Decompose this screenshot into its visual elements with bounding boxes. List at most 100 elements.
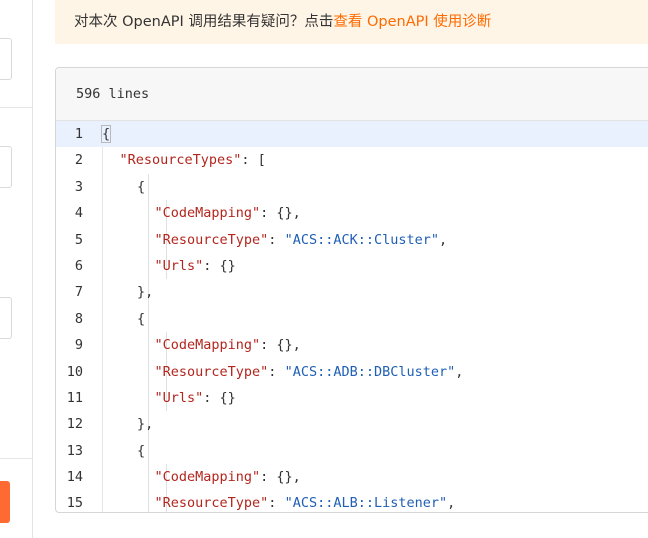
code-line: 2 "ResourceTypes": [ <box>56 147 648 173</box>
diagnosis-notice: 对本次 OpenAPI 调用结果有疑问？点击查看 OpenAPI 使用诊断 <box>55 0 648 44</box>
json-key: "ResourceType" <box>154 495 269 512</box>
code-line: 10 "ResourceType": "ACS::ADB::DBCluster", <box>56 358 648 385</box>
indent-guide <box>148 305 149 333</box>
indent-guide <box>148 464 149 491</box>
indent-guide <box>148 332 149 359</box>
code-line: 8{ <box>56 305 648 333</box>
line-number: 15 <box>66 495 83 512</box>
json-key: "CodeMapping" <box>154 337 261 354</box>
code-panel-header: 596 lines <box>56 68 648 121</box>
line-number: 3 <box>74 178 83 195</box>
code-line: 1{ <box>56 121 648 148</box>
json-code-view[interactable]: 1{2 "ResourceTypes": [3{4 "CodeMapping": {… <box>56 121 648 512</box>
code-line: 14 "CodeMapping": {}, <box>56 464 648 491</box>
code-line: 6 "Urls": {} <box>56 252 648 280</box>
line-number: 8 <box>74 310 83 327</box>
json-punctuation: : [ <box>241 152 266 169</box>
indent-guide <box>148 384 149 412</box>
json-punctuation: : {} <box>203 257 236 274</box>
code-line: 11 "Urls": {} <box>56 384 648 412</box>
json-string: "ACS::ADB::DBCluster" <box>284 363 456 380</box>
divider <box>0 458 32 459</box>
form-input[interactable] <box>0 297 12 339</box>
line-number: 4 <box>74 205 83 222</box>
left-form-column <box>0 0 33 538</box>
line-number: 5 <box>74 231 83 248</box>
openapi-result-page: 对本次 OpenAPI 调用结果有疑问？点击查看 OpenAPI 使用诊断 59… <box>0 0 648 538</box>
json-string: "ACS::ALB::Listener" <box>284 495 448 512</box>
code-text: { <box>137 174 145 200</box>
line-count: 596 lines <box>76 86 150 102</box>
form-input[interactable] <box>0 38 12 80</box>
line-number: 11 <box>66 389 83 406</box>
json-punctuation: { <box>100 125 112 143</box>
line-number: 12 <box>66 416 83 433</box>
json-key: "ResourceType" <box>154 231 269 248</box>
indent-guide <box>148 358 149 385</box>
code-text: "Urls": {} <box>155 385 236 411</box>
code-text: "CodeMapping": {}, <box>155 200 301 226</box>
code-text: }, <box>137 279 153 305</box>
line-number: 7 <box>74 284 83 301</box>
indent-guide <box>148 226 149 253</box>
code-line: 7}, <box>56 279 648 306</box>
code-line: 4 "CodeMapping": {}, <box>56 200 648 227</box>
json-key: "ResourceTypes" <box>119 152 242 169</box>
code-line: 12}, <box>56 411 648 438</box>
json-punctuation: , <box>439 231 448 248</box>
code-text: "Urls": {} <box>155 253 236 279</box>
code-line: 3{ <box>56 173 648 201</box>
json-punctuation: { <box>137 178 146 195</box>
json-key: "Urls" <box>154 389 204 406</box>
json-key: "Urls" <box>154 257 204 274</box>
code-line: 15 "ResourceType": "ACS::ALB::Listener", <box>56 490 648 512</box>
json-punctuation: , <box>455 363 464 380</box>
code-text: "ResourceType": "ACS::ACK::Cluster", <box>155 227 448 253</box>
code-text: "ResourceType": "ACS::ADB::DBCluster", <box>155 359 464 385</box>
form-input[interactable] <box>0 146 12 188</box>
line-number: 10 <box>66 363 83 380</box>
code-text: { <box>137 438 145 464</box>
json-key: "CodeMapping" <box>154 469 261 486</box>
line-number: 9 <box>74 337 83 354</box>
json-punctuation: { <box>137 310 146 327</box>
json-punctuation: : <box>268 363 285 380</box>
line-number: 13 <box>66 442 83 459</box>
json-key: "CodeMapping" <box>154 205 261 222</box>
code-text: "ResourceTypes": [ <box>120 147 266 173</box>
submit-button[interactable] <box>0 481 10 523</box>
json-punctuation: , <box>447 495 456 512</box>
json-punctuation: : <box>268 495 285 512</box>
json-punctuation: : <box>268 231 285 248</box>
code-text: }, <box>137 411 153 437</box>
json-punctuation: : {}, <box>260 205 301 222</box>
diagnosis-link[interactable]: 查看 OpenAPI 使用诊断 <box>333 14 491 30</box>
line-number: 2 <box>74 152 83 169</box>
divider <box>0 107 32 108</box>
indent-guide <box>148 173 149 201</box>
line-number: 1 <box>74 126 83 142</box>
response-code-panel: 596 lines 1{2 "ResourceTypes": [3{4 "CodeM… <box>55 67 648 513</box>
indent-guide <box>148 200 149 227</box>
indent-guide <box>148 490 149 512</box>
code-text: "ResourceType": "ACS::ALB::Listener", <box>154 490 456 512</box>
code-line: 9 "CodeMapping": {}, <box>56 332 648 359</box>
line-number: 6 <box>74 257 83 274</box>
json-punctuation: { <box>137 442 146 459</box>
code-text: "CodeMapping": {}, <box>155 464 301 490</box>
code-text: { <box>137 306 145 332</box>
notice-text: 对本次 OpenAPI 调用结果有疑问？点击 <box>74 14 334 30</box>
indent-guide <box>148 252 149 280</box>
line-number: 14 <box>66 469 83 486</box>
indent-guide <box>148 437 149 465</box>
code-line: 5 "ResourceType": "ACS::ACK::Cluster", <box>56 226 648 253</box>
json-punctuation: : {} <box>203 389 236 406</box>
json-key: "ResourceType" <box>154 363 269 380</box>
code-text: { <box>100 121 112 147</box>
json-string: "ACS::ACK::Cluster" <box>284 231 439 248</box>
code-text: "CodeMapping": {}, <box>155 332 301 358</box>
code-line: 13 { <box>56 437 648 465</box>
json-punctuation: : {}, <box>260 337 301 354</box>
json-punctuation: : {}, <box>260 469 301 486</box>
json-punctuation: }, <box>137 416 154 433</box>
